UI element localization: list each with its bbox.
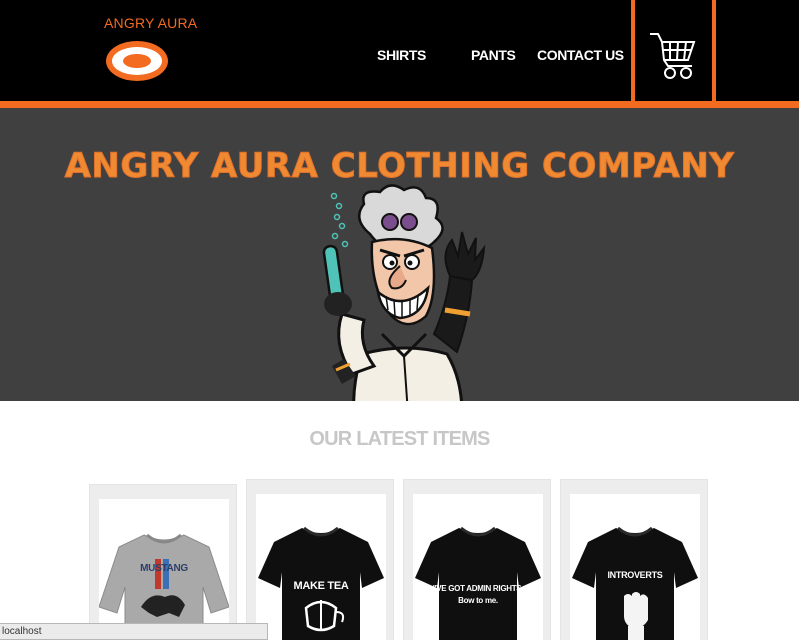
black-tshirt-image	[415, 526, 541, 640]
cart-button[interactable]	[631, 0, 716, 104]
black-tshirt-image	[258, 526, 384, 640]
product-image[interactable]: I'VE GOT ADMIN RIGHTS. Bow to me.	[413, 494, 543, 640]
product-print-text: MAKE TEA	[293, 580, 349, 592]
nav-shirts-link[interactable]: SHIRTS	[377, 47, 426, 63]
header-accent-line	[0, 101, 799, 108]
product-card[interactable]: INTROVERTS	[560, 479, 708, 640]
page: ANGRY AURA SHIRTS PANTS CONTACT US ANGRY…	[0, 0, 799, 640]
browser-status-bar: localhost	[0, 623, 268, 640]
product-card[interactable]: MAKE TEA	[246, 479, 394, 640]
product-card[interactable]: I'VE GOT ADMIN RIGHTS. Bow to me.	[403, 479, 551, 640]
hero-title: ANGRY AURA CLOTHING COMPANY	[64, 146, 735, 187]
latest-items-heading: OUR LATEST ITEMS	[309, 428, 490, 450]
aura-logo-icon[interactable]	[104, 38, 170, 84]
product-image[interactable]: MAKE TEA	[256, 494, 386, 640]
hero-banner: ANGRY AURA CLOTHING COMPANY	[0, 108, 799, 401]
product-print-text: I'VE GOT ADMIN RIGHTS.	[432, 584, 524, 593]
shopping-cart-icon	[650, 33, 696, 79]
product-image[interactable]: MUSTANG	[99, 499, 229, 640]
site-header: ANGRY AURA SHIRTS PANTS CONTACT US	[0, 0, 799, 104]
product-image[interactable]: INTROVERTS	[570, 494, 700, 640]
product-print-subtext: Bow to me.	[458, 596, 498, 605]
nav-contact-link[interactable]: CONTACT US	[537, 47, 624, 63]
mad-scientist-illustration	[322, 184, 486, 401]
product-card[interactable]: MUSTANG	[89, 484, 237, 640]
product-print-text: MUSTANG	[140, 563, 188, 574]
brand-name[interactable]: ANGRY AURA	[104, 15, 197, 31]
product-print-text: INTROVERTS	[607, 570, 663, 580]
nav-pants-link[interactable]: PANTS	[471, 47, 516, 63]
gray-sweatshirt-image	[99, 533, 229, 640]
